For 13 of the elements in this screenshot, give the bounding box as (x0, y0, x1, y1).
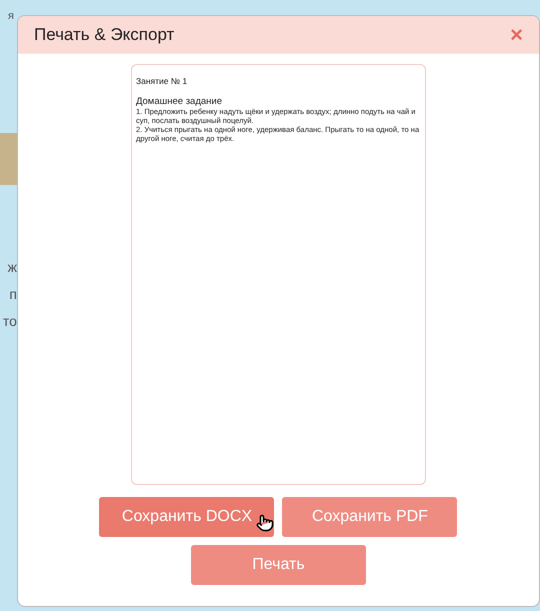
action-button[interactable]: Сохранить PDF (282, 497, 458, 537)
background-text: ж (8, 258, 17, 276)
action-button[interactable]: Печать (190, 545, 366, 585)
background-text: п (9, 284, 17, 304)
preview-section: Домашнее задание (136, 96, 421, 107)
background-text: то (2, 312, 17, 330)
preview-heading: Занятие № 1 (136, 77, 188, 86)
background-text: я (7, 9, 15, 24)
background-block (0, 132, 17, 184)
action-button[interactable]: Сохранить DOCX (99, 497, 274, 537)
close-button[interactable]: × (510, 24, 523, 46)
dialog-title: Печать & Экспорт (34, 24, 174, 46)
hand-cursor-icon (256, 513, 274, 533)
